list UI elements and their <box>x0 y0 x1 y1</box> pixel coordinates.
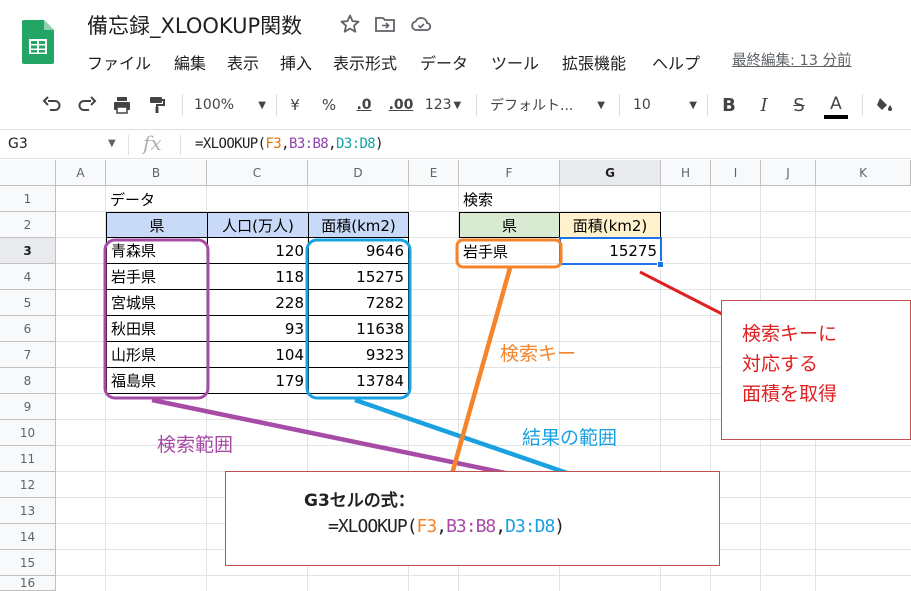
search-key-label: 検索キー <box>500 343 577 365</box>
note-line: 検索キーに <box>742 323 838 345</box>
result-range-outline <box>305 238 412 400</box>
result-range-label: 結果の範囲 <box>522 427 618 449</box>
search-range-outline <box>103 238 210 400</box>
formula-callout-box: G3セルの式： =XLOOKUP(F3,B3:B8,D3:D8) <box>225 471 720 566</box>
callout-formula-close: ) <box>554 516 565 537</box>
search-range-label: 検索範囲 <box>157 434 234 456</box>
callout-formula-d3-d8: D3:D8 <box>505 516 555 537</box>
formula-callout-title: G3セルの式： <box>304 491 415 511</box>
callout-formula-comma: , <box>495 516 506 537</box>
callout-formula-func: =XLOOKUP( <box>328 516 418 537</box>
note-line: 面積を取得 <box>742 383 838 405</box>
note-line: 対応する <box>742 353 819 375</box>
search-key-outline <box>455 238 563 269</box>
formula-callout-text: =XLOOKUP(F3,B3:B8,D3:D8) <box>328 516 565 537</box>
note-box: 検索キーに 対応する 面積を取得 <box>721 300 911 440</box>
callout-formula-b3-b8: B3:B8 <box>446 516 496 537</box>
callout-formula-comma: , <box>436 516 447 537</box>
callout-formula-f3: F3 <box>416 516 438 537</box>
result-pointer-arrow <box>639 270 731 320</box>
